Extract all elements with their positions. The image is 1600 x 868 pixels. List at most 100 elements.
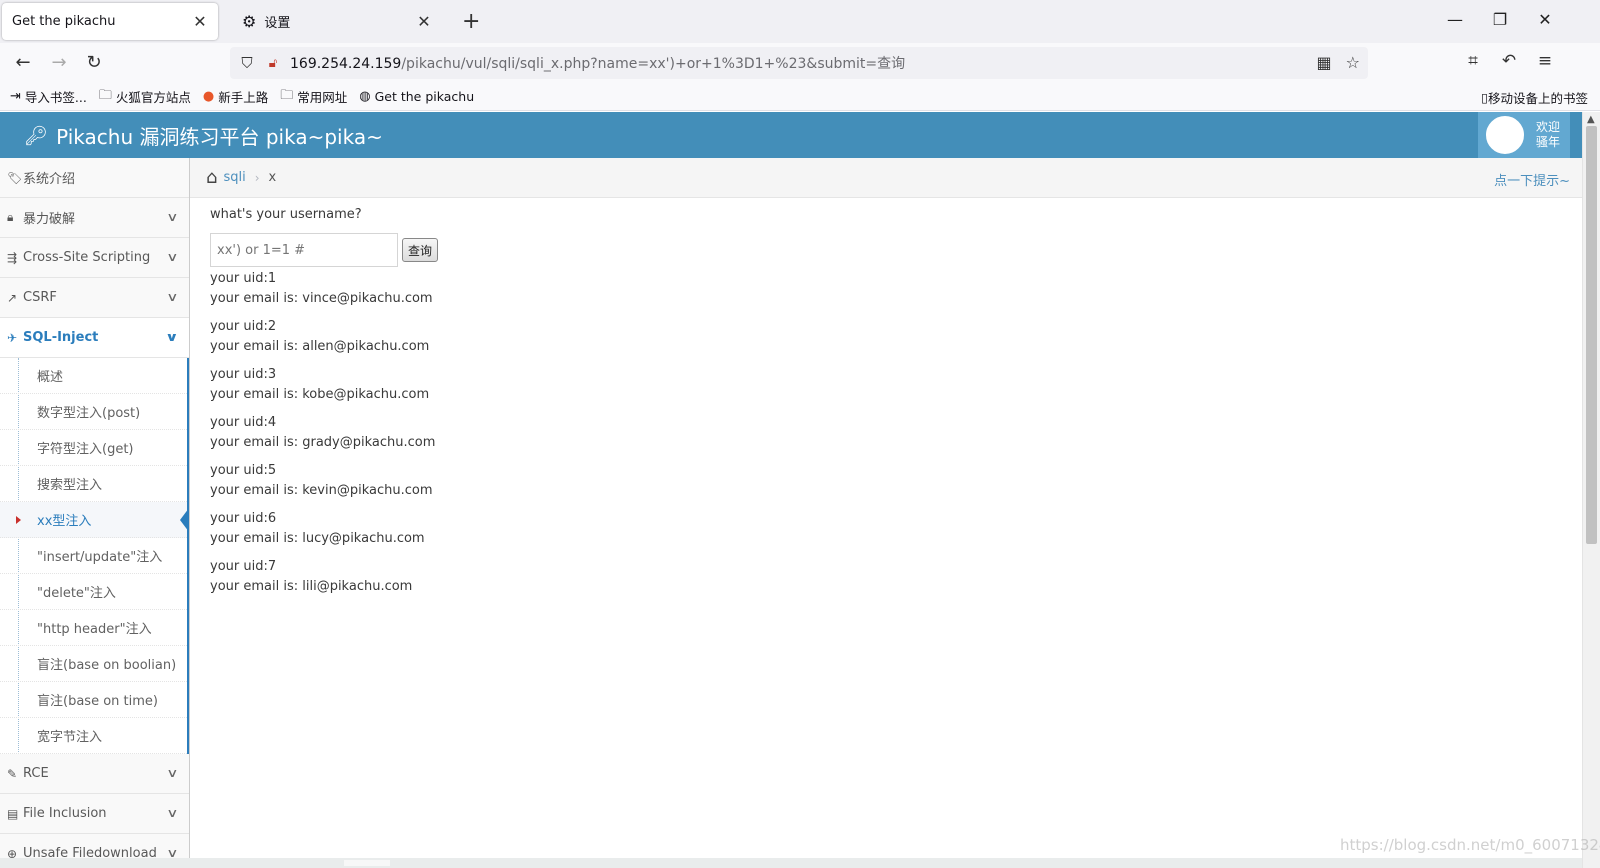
undo-icon[interactable]: ↶ [1496,51,1522,71]
insecure-lock-icon[interactable]: 🔓︎ [262,56,284,71]
submenu-item[interactable]: 盲注(base on time) [0,682,187,718]
submenu-item[interactable]: 搜索型注入 [0,466,187,502]
gear-icon: ⚙ [242,12,257,31]
folder-icon: 🗀︎ [98,87,112,103]
screenshot-crop-icon[interactable]: ⌗ [1460,51,1486,71]
result-item: your uid:6 your email is: lucy@pikachu.c… [210,509,1210,549]
url-bar[interactable]: ⛉ 🔓︎ 169.254.24.159/pikachu/vul/sqli/sql… [230,47,1368,79]
bookmark-get-the-pikachu[interactable]: ◍ Get the pikachu [359,89,474,104]
result-item: your uid:3 your email is: kobe@pikachu.c… [210,365,1210,405]
new-tab-button[interactable]: + [462,9,480,34]
window-close-button[interactable]: ✕ [1530,10,1560,29]
result-email: your email is: lucy@pikachu.com [210,531,425,546]
results-list: your uid:1 your email is: vince@pikachu.… [210,269,1210,597]
pencil-icon: ✎ [7,766,18,781]
horizontal-scrollbar[interactable] [0,858,1582,868]
restore-button[interactable]: ❐ [1485,10,1515,29]
submenu-item-label: 搜索型注入 [37,478,103,493]
chevron-down-icon: ∨ [166,250,179,264]
url-text[interactable]: 169.254.24.159/pikachu/vul/sqli/sqli_x.p… [290,53,905,73]
sql-inject-submenu: 概述 数字型注入(post) 字符型注入(get) 搜索型注入 xx型注入 "i… [0,358,189,754]
submenu-item[interactable]: "delete"注入 [0,574,187,610]
breadcrumb: ⌂ sqli › x 点一下提示~ [190,158,1582,198]
menu-icon[interactable]: ≡ [1532,51,1558,71]
username-input[interactable] [210,233,398,267]
bookmark-getting-started[interactable]: ● 新手上路 [203,87,268,106]
app-title[interactable]: 🔑︎ Pikachu 漏洞练习平台 pika~pika~ [24,121,383,150]
home-icon[interactable]: ⌂ [206,167,217,188]
result-uid: your uid:6 [210,511,277,526]
file-icon: ▤ [7,806,19,821]
submenu-item[interactable]: 盲注(base on boolian) [0,646,187,682]
result-email: your email is: lili@pikachu.com [210,579,413,594]
plane-icon: ✈ [7,330,18,345]
url-path: /pikachu/vul/sqli/sqli_x.php?name=xx')+o… [401,56,906,72]
globe-icon: ◍ [359,89,371,104]
close-icon[interactable]: ✕ [416,12,432,31]
welcome-text: 欢迎 骚年 [1536,120,1560,150]
watermark: https://blog.csdn.net/m0_60071324 [1340,836,1600,854]
back-arrow-icon[interactable]: ← [10,50,36,76]
folder-icon: 🗀︎ [280,87,294,103]
star-icon[interactable]: ☆ [1346,53,1360,72]
scroll-up-arrow-icon[interactable]: ▲ [1587,114,1595,125]
sidebar-item-label: 暴力破解 [23,212,76,227]
hint-link[interactable]: 点一下提示~ [1494,170,1570,189]
tag-icon: 🏷︎ [7,170,23,185]
result-uid: your uid:7 [210,559,277,574]
submenu-item[interactable]: 宽字节注入 [0,718,187,754]
submenu-item[interactable]: 字符型注入(get) [0,430,187,466]
chevron-down-icon: ∨ [166,290,179,304]
vertical-scrollbar[interactable]: ▲ [1582,112,1600,868]
submenu-item[interactable]: "insert/update"注入 [0,538,187,574]
tab-settings[interactable]: ⚙ 设置 ✕ [232,3,442,40]
sidebar-item-label: 系统介绍 [23,172,76,187]
sidebar-item-label: File Inclusion [23,806,107,821]
breadcrumb-current: x [268,170,277,185]
bookmark-import[interactable]: ⇥ 导入书签... [10,87,87,106]
sidebar-item-file-inclusion[interactable]: ▤ File Inclusion ∨ [0,794,189,834]
breadcrumb-separator-icon: › [254,170,260,185]
page-viewport: 🔑︎ Pikachu 漏洞练习平台 pika~pika~ ⚡ 欢迎 骚年 🏷︎ 系… [0,112,1600,868]
chevron-down-icon: ∨ [166,766,179,780]
sidebar-item-csrf[interactable]: ↗ CSRF ∨ [0,278,189,318]
reload-icon[interactable]: ↻ [81,50,107,76]
mobile-device-icon: ▯ [1481,90,1488,105]
bookmark-common-sites[interactable]: 🗀︎ 常用网址 [280,86,347,108]
bookmark-label: 新手上路 [218,90,269,105]
bookmark-label: Get the pikachu [374,89,475,104]
scrollbar-thumb[interactable] [1586,126,1597,544]
forward-arrow-icon[interactable]: → [46,50,72,76]
bookmark-firefox-official[interactable]: 🗀︎ 火狐官方站点 [99,86,191,108]
mobile-bookmarks[interactable]: ▯ 移动设备上的书签 [1481,88,1588,107]
close-icon[interactable]: ✕ [192,12,208,31]
shield-icon[interactable]: ⛉ [232,54,262,72]
horizontal-scrollbar-thumb[interactable] [344,860,390,866]
sidebar-item-xss[interactable]: ⇶ Cross-Site Scripting ∨ [0,238,189,278]
tab-get-the-pikachu[interactable]: Get the pikachu ✕ [2,3,218,40]
sidebar-item-brute-force[interactable]: 🔒︎ 暴力破解 ∨ [0,198,189,238]
submenu-item[interactable]: 概述 [0,358,187,394]
chevron-down-icon: ∨ [166,210,179,224]
submenu-item-label: 概述 [37,370,64,385]
submenu-item-label: xx型注入 [37,514,92,529]
app-header: 🔑︎ Pikachu 漏洞练习平台 pika~pika~ ⚡ 欢迎 骚年 [0,112,1582,158]
result-email: your email is: vince@pikachu.com [210,291,433,306]
submenu-item-label: 字符型注入(get) [37,442,134,457]
minimize-button[interactable]: — [1440,10,1470,29]
submenu-item[interactable]: 数字型注入(post) [0,394,187,430]
bookmark-label: 常用网址 [297,90,348,105]
qr-code-icon[interactable]: ▦ [1317,53,1332,72]
result-uid: your uid:4 [210,415,277,430]
user-menu[interactable]: ⚡ 欢迎 骚年 [1478,112,1570,158]
sidebar-item-intro[interactable]: 🏷︎ 系统介绍 [0,158,189,198]
result-uid: your uid:2 [210,319,277,334]
submenu-item-active[interactable]: xx型注入 [0,502,189,538]
submenu-item[interactable]: "http header"注入 [0,610,187,646]
breadcrumb-link-sqli[interactable]: sqli [223,170,245,185]
username-question: what's your username? [210,207,362,222]
sidebar-item-sql-inject[interactable]: ✈ SQL-Inject ∨ [0,318,189,358]
sidebar-item-rce[interactable]: ✎ RCE ∨ [0,754,189,794]
tab-title: 设置 [264,16,291,31]
query-button[interactable]: 查询 [402,238,439,262]
